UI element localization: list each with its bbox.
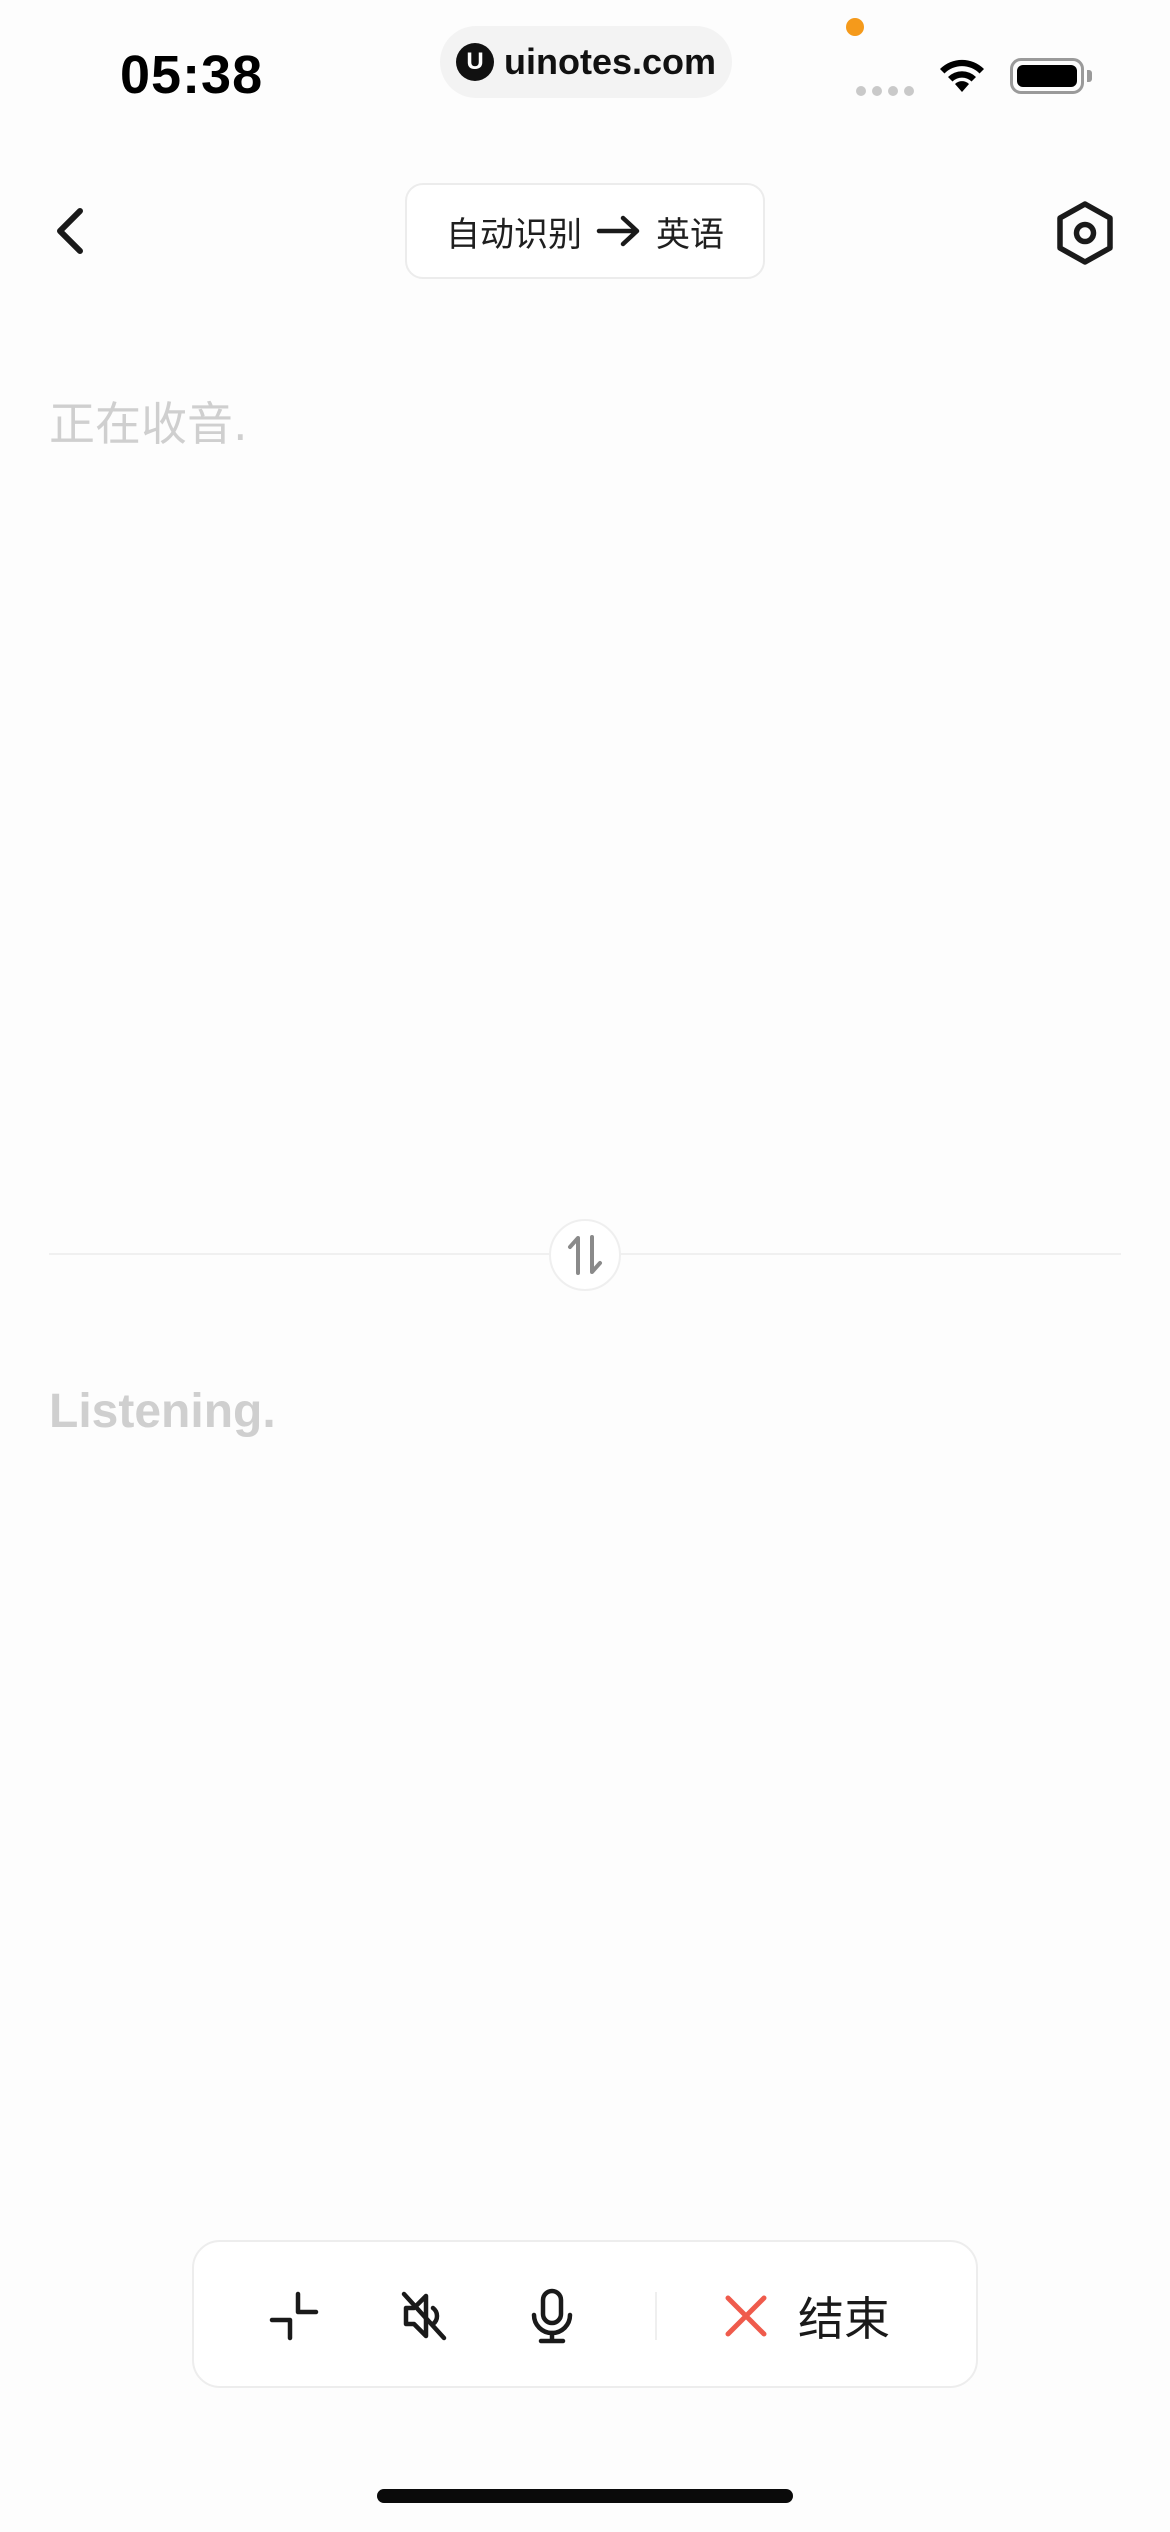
url-text: uinotes.com [503, 41, 717, 82]
battery-icon [1010, 58, 1084, 94]
settings-button[interactable] [1050, 198, 1120, 268]
collapse-icon [269, 2291, 319, 2341]
language-selector[interactable]: 自动识别 英语 [405, 183, 765, 279]
end-session-button[interactable]: 结束 [724, 2272, 934, 2360]
wifi-icon [940, 59, 984, 92]
target-language-label: 英语 [656, 214, 724, 255]
site-logo-icon: U [455, 43, 494, 81]
mute-button[interactable] [384, 2276, 464, 2356]
home-indicator[interactable] [377, 2489, 793, 2503]
translation-screen: 05:38 U uinotes.com 自动识别 英语 正在收音. Listen… [0, 0, 1170, 2532]
url-pill[interactable]: U uinotes.com [440, 26, 732, 98]
arrow-right-icon [596, 215, 640, 247]
microphone-button[interactable] [512, 2276, 592, 2356]
hexagon-settings-icon [1057, 201, 1113, 265]
speaker-muted-icon [401, 2291, 447, 2341]
battery-tip [1087, 70, 1092, 82]
swap-vertical-icon [568, 1235, 602, 1275]
toolbar-separator [655, 2292, 657, 2340]
status-time: 05:38 [120, 45, 264, 105]
target-translation-placeholder: Listening. [49, 1385, 276, 1438]
close-icon [725, 2295, 767, 2337]
microphone-icon [531, 2288, 573, 2344]
minimize-button[interactable] [254, 2276, 334, 2356]
swap-languages-button[interactable] [549, 1219, 621, 1291]
chevron-left-icon [57, 208, 83, 254]
back-button[interactable] [40, 196, 100, 266]
source-transcript-placeholder: 正在收音. [49, 397, 248, 451]
end-session-label: 结束 [798, 2292, 890, 2346]
source-language-label: 自动识别 [446, 214, 582, 255]
cellular-signal-icon [856, 86, 914, 96]
bottom-toolbar: 结束 [192, 2240, 978, 2388]
mic-in-use-indicator [846, 18, 864, 36]
